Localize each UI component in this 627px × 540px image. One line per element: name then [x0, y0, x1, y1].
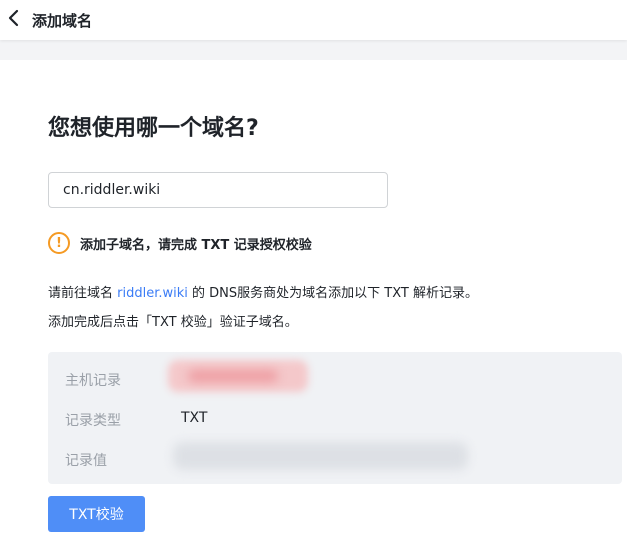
instruction-suffix: 的 DNS服务商处为域名添加以下 TXT 解析记录。	[187, 286, 478, 301]
txt-verify-button[interactable]: TXT校验	[48, 496, 145, 532]
page-title: 添加域名	[32, 11, 93, 30]
dns-record-panel: 主机记录 记录类型 TXT 记录值	[48, 352, 622, 484]
record-type-label: 记录类型	[65, 413, 121, 429]
domain-question-heading: 您想使用哪一个域名?	[48, 116, 259, 141]
host-record-value-redacted-core	[188, 370, 278, 382]
host-record-label: 主机记录	[65, 373, 121, 389]
top-bar: 添加域名	[0, 0, 627, 40]
subdomain-warning: ! 添加子域名，请完成 TXT 记录授权校验	[48, 232, 312, 254]
chevron-left-icon	[4, 8, 24, 32]
instruction-line-2: 添加完成后点击「TXT 校验」验证子域名。	[48, 315, 298, 330]
warning-circle-icon: !	[48, 232, 70, 254]
record-value-label: 记录值	[65, 453, 107, 469]
record-value-redacted	[173, 442, 468, 470]
header-divider-band	[0, 40, 627, 60]
instruction-line-1: 请前往域名 riddler.wiki 的 DNS服务商处为域名添加以下 TXT …	[48, 282, 478, 301]
domain-input[interactable]	[48, 172, 388, 208]
instruction-prefix: 请前往域名	[48, 286, 118, 301]
back-button[interactable]	[0, 0, 24, 40]
record-type-value: TXT	[181, 410, 208, 426]
warning-text: 添加子域名，请完成 TXT 记录授权校验	[80, 237, 312, 253]
domain-link[interactable]: riddler.wiki	[117, 286, 188, 301]
